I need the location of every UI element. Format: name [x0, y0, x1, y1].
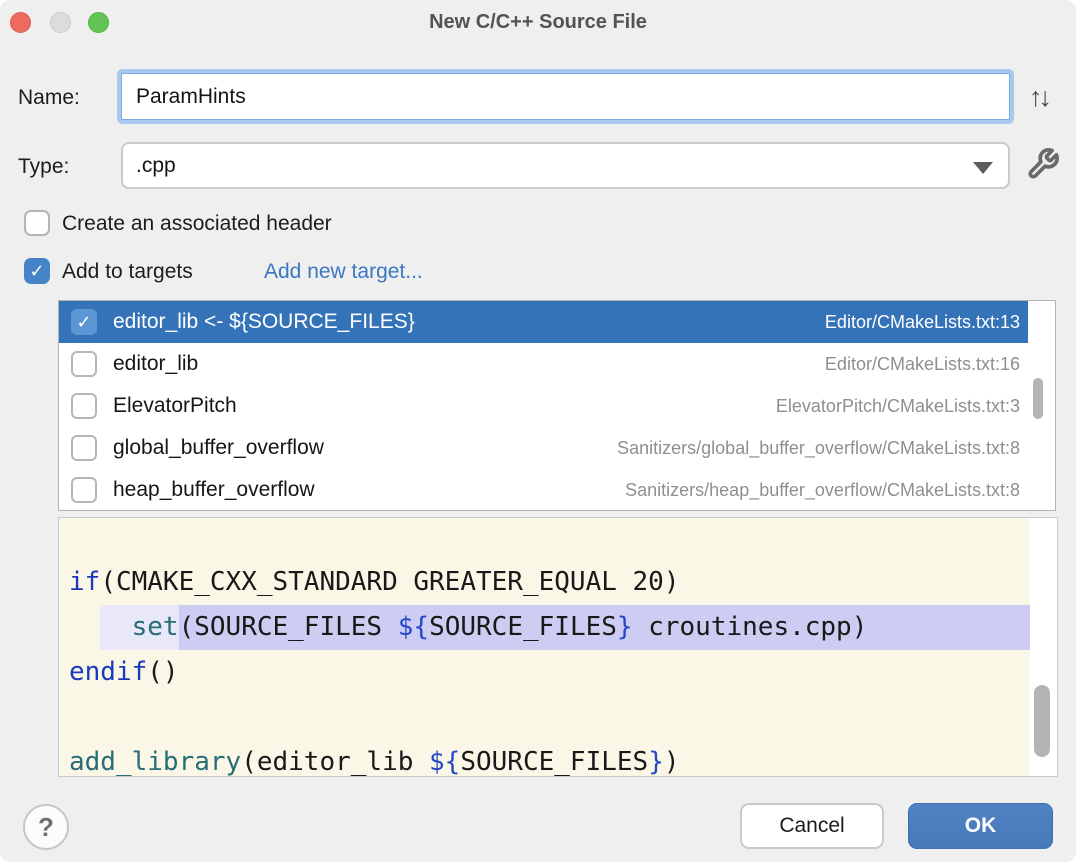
cmake-preview-panel: if(CMAKE_CXX_STANDARD GREATER_EQUAL 20) …: [58, 517, 1058, 777]
code-token: (CMAKE_CXX_STANDARD GREATER_EQUAL 20): [100, 560, 679, 605]
create-header-checkbox[interactable]: [24, 210, 50, 236]
target-label: editor_lib: [113, 352, 198, 376]
code-token: set: [132, 605, 179, 650]
up-down-arrows-icon[interactable]: ↑↓: [1029, 82, 1048, 113]
code-line: if(CMAKE_CXX_STANDARD GREATER_EQUAL 20): [59, 560, 1030, 605]
add-new-target-link[interactable]: Add new target...: [264, 260, 423, 284]
target-checkbox[interactable]: ✓: [71, 309, 97, 335]
name-label: Name:: [18, 86, 80, 110]
close-button[interactable]: [10, 12, 31, 33]
code-line: [59, 695, 1030, 740]
target-checkbox[interactable]: [71, 393, 97, 419]
code-line: set(SOURCE_FILES ${SOURCE_FILES} croutin…: [59, 605, 1030, 650]
target-label: ElevatorPitch: [113, 394, 237, 418]
cmake-preview-code: if(CMAKE_CXX_STANDARD GREATER_EQUAL 20) …: [59, 518, 1030, 776]
add-to-targets-checkbox[interactable]: ✓: [24, 258, 50, 284]
target-row[interactable]: global_buffer_overflow Sanitizers/global_…: [59, 427, 1028, 469]
type-label: Type:: [18, 155, 69, 179]
name-input[interactable]: [121, 73, 1010, 120]
code-token: add_library: [69, 740, 241, 776]
code-token: SOURCE_FILES: [460, 740, 648, 776]
target-row[interactable]: heap_buffer_overflow Sanitizers/heap_buff…: [59, 469, 1028, 511]
target-location: Sanitizers/heap_buffer_overflow/CMakeLis…: [625, 480, 1020, 501]
target-checkbox[interactable]: [71, 477, 97, 503]
target-location: Sanitizers/global_buffer_overflow/CMakeL…: [617, 438, 1020, 459]
target-label: heap_buffer_overflow: [113, 478, 315, 502]
target-location: Editor/CMakeLists.txt:16: [825, 354, 1020, 375]
code-token: if: [69, 560, 100, 605]
wrench-icon[interactable]: [1026, 147, 1060, 181]
code-line: endif(): [59, 650, 1030, 695]
help-button[interactable]: ?: [23, 804, 69, 850]
code-token: ${: [429, 740, 460, 776]
targets-rows: ✓ editor_lib <- ${SOURCE_FILES} Editor/CMa…: [59, 301, 1028, 510]
titlebar: New C/C++ Source File: [0, 0, 1076, 44]
code-token: ): [664, 740, 680, 776]
targets-scrollbar-thumb[interactable]: [1033, 378, 1043, 419]
target-row[interactable]: editor_lib Editor/CMakeLists.txt:16: [59, 343, 1028, 385]
zoom-button[interactable]: [88, 12, 109, 33]
code-token: [69, 605, 100, 650]
code-token: (SOURCE_FILES: [179, 605, 398, 650]
target-row[interactable]: ElevatorPitch ElevatorPitch/CMakeLists.tx…: [59, 385, 1028, 427]
new-source-file-dialog: New C/C++ Source File Name: ↑↓ Type: .cp…: [0, 0, 1076, 862]
code-token: (editor_lib: [241, 740, 429, 776]
code-line: add_library(editor_lib ${SOURCE_FILES}): [59, 740, 1030, 776]
code-token: croutines.cpp): [633, 605, 868, 650]
targets-list: ✓ editor_lib <- ${SOURCE_FILES} Editor/CMa…: [58, 300, 1056, 511]
target-label: editor_lib <- ${SOURCE_FILES}: [113, 310, 415, 334]
target-checkbox[interactable]: [71, 351, 97, 377]
minimize-button[interactable]: [50, 12, 71, 33]
add-to-targets-label: Add to targets: [62, 260, 193, 284]
target-checkbox[interactable]: [71, 435, 97, 461]
code-token: endif: [69, 650, 147, 695]
target-label: global_buffer_overflow: [113, 436, 324, 460]
code-token: }: [648, 740, 664, 776]
create-header-label: Create an associated header: [62, 212, 332, 236]
ok-button[interactable]: OK: [908, 803, 1053, 849]
target-location: Editor/CMakeLists.txt:13: [825, 312, 1020, 333]
target-row[interactable]: ✓ editor_lib <- ${SOURCE_FILES} Editor/CMa…: [59, 301, 1028, 343]
cancel-button[interactable]: Cancel: [740, 803, 884, 849]
target-location: ElevatorPitch/CMakeLists.txt:3: [776, 396, 1020, 417]
code-token: [867, 605, 1030, 650]
code-token: [100, 605, 131, 650]
code-token: (): [147, 650, 178, 695]
dialog-title: New C/C++ Source File: [0, 0, 1076, 44]
code-scrollbar-thumb[interactable]: [1034, 685, 1050, 757]
chevron-down-icon: [973, 162, 993, 174]
type-dropdown[interactable]: .cpp: [121, 142, 1010, 189]
code-token: ${: [398, 605, 429, 650]
type-dropdown-value: .cpp: [136, 154, 176, 177]
code-token: SOURCE_FILES: [429, 605, 617, 650]
code-token: }: [617, 605, 633, 650]
